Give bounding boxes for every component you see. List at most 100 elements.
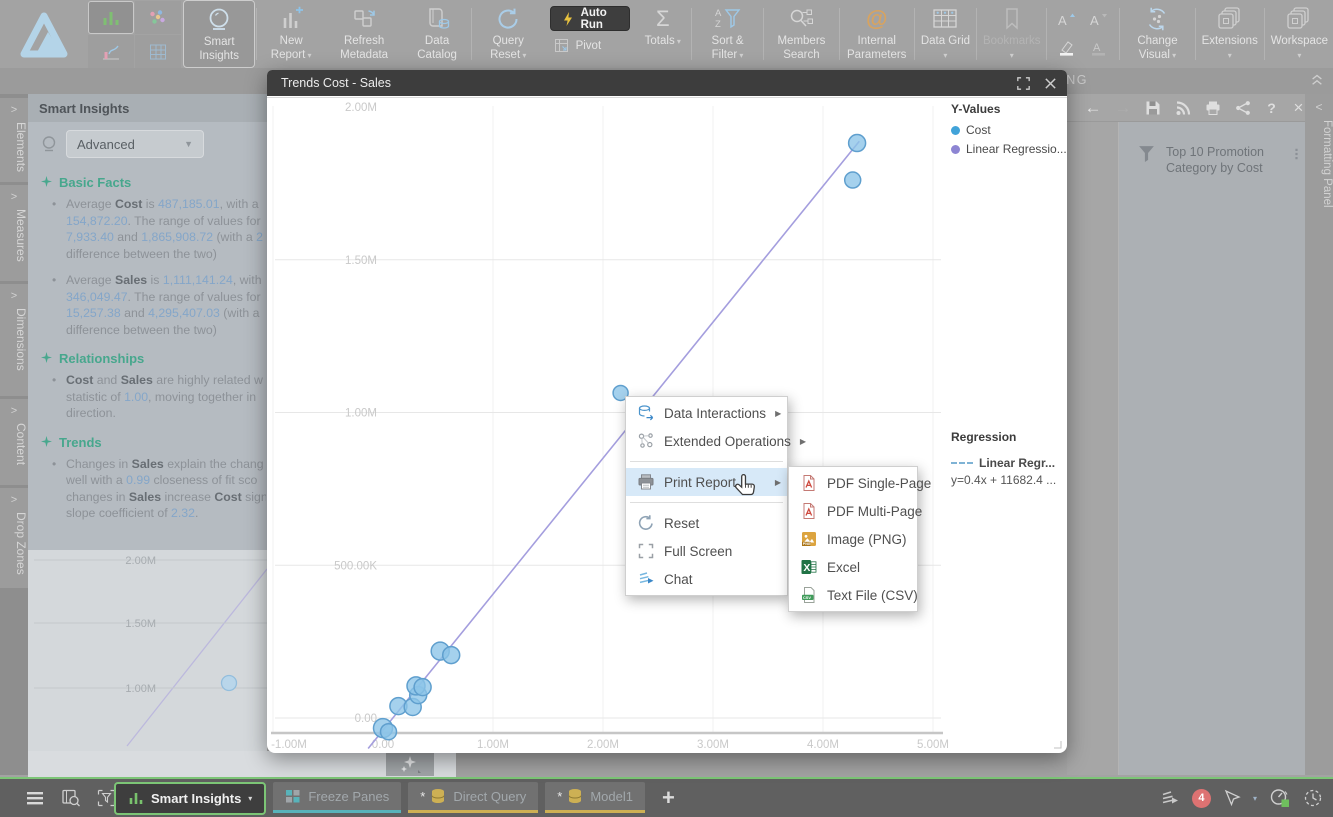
ribbon-button-label: Workspace ▾ bbox=[1271, 35, 1328, 62]
maximize-icon[interactable] bbox=[1017, 77, 1030, 90]
svg-text:2.00M: 2.00M bbox=[587, 739, 619, 751]
chevron-right-icon: > bbox=[0, 494, 28, 506]
chart-combo-tile[interactable] bbox=[88, 35, 134, 68]
insight-text-line: well with a 0.99 closeness of fit sco bbox=[66, 472, 266, 489]
ribbon-button-data-grid[interactable]: Data Grid ▾ bbox=[916, 0, 975, 68]
add-sheet-button[interactable]: + bbox=[662, 782, 675, 813]
sidebar-tab-measures[interactable]: >Measures bbox=[0, 185, 28, 281]
ribbon-button-smart-insights[interactable]: Smart Insights bbox=[183, 0, 255, 68]
expand-panel-icon[interactable]: < bbox=[1305, 100, 1333, 114]
menu-item-chat[interactable]: Chat bbox=[626, 565, 787, 593]
sparkle-icon bbox=[398, 754, 422, 774]
ribbon-button-query-reset[interactable]: Query Reset ▾ bbox=[473, 0, 544, 68]
insights-mode-row: Advanced ▼ bbox=[28, 122, 267, 162]
chart-grid-tile[interactable] bbox=[135, 35, 181, 68]
help-icon[interactable]: ? bbox=[1265, 101, 1278, 115]
timer-icon[interactable] bbox=[1303, 788, 1323, 808]
menu-item-data-interactions[interactable]: Data Interactions▶ bbox=[626, 399, 787, 427]
chevron-down-icon: ▼ bbox=[184, 139, 193, 149]
close-icon[interactable]: × bbox=[1292, 99, 1305, 116]
svg-text:3.00M: 3.00M bbox=[697, 739, 729, 751]
dialog-title-bar[interactable]: Trends Cost - Sales bbox=[267, 70, 1067, 96]
ribbon-button-label: Members Search bbox=[770, 35, 832, 62]
more-options-icon[interactable] bbox=[1294, 144, 1299, 160]
print-icon[interactable] bbox=[1205, 100, 1221, 116]
sheet-tab-freeze-panes[interactable]: Freeze Panes bbox=[273, 782, 401, 813]
chat-gray-icon[interactable] bbox=[1160, 789, 1180, 807]
submenu-item-image-png-[interactable]: PNGImage (PNG) bbox=[789, 525, 917, 553]
content-search-icon[interactable] bbox=[62, 789, 81, 807]
insights-mode-dropdown[interactable]: Advanced ▼ bbox=[66, 130, 204, 158]
pivot-label: Pivot bbox=[576, 40, 602, 52]
submenu-item-pdf-multi-page[interactable]: PDF Multi-Page bbox=[789, 497, 917, 525]
auto-run-toggle[interactable]: Auto Run bbox=[550, 6, 630, 31]
ribbon-button-members-search[interactable]: Members Search bbox=[765, 0, 837, 68]
sheet-tab-label: Smart Insights bbox=[151, 791, 241, 806]
svg-text:5.00M: 5.00M bbox=[917, 739, 949, 751]
sheet-tab-smart-insights[interactable]: Smart Insights▾ bbox=[114, 782, 266, 815]
svg-text:2.00M: 2.00M bbox=[125, 555, 156, 567]
submenu-item-pdf-single-page[interactable]: PDF Single-Page bbox=[789, 469, 917, 497]
ribbon-toolbar: Smart InsightsNew Report ▾Refresh Metada… bbox=[0, 0, 1333, 68]
ribbon-button-change-visual[interactable]: Change Visual ▾ bbox=[1121, 0, 1193, 68]
ribbon-button-refresh-metadata[interactable]: Refresh Metadata bbox=[324, 0, 404, 68]
submenu-item-text-file-csv-[interactable]: CSVText File (CSV) bbox=[789, 581, 917, 609]
menu-item-label: Print Report bbox=[664, 475, 736, 490]
pointer-tag-icon[interactable] bbox=[1223, 789, 1241, 807]
ribbon-button-internal-parameters[interactable]: @Internal Parameters bbox=[841, 0, 913, 68]
save-icon[interactable] bbox=[1145, 100, 1161, 116]
font-size-decrease-button[interactable]: A bbox=[1084, 7, 1114, 33]
notification-badge[interactable]: 4 bbox=[1192, 789, 1211, 808]
ribbon-button-bookmarks[interactable]: Bookmarks ▾ bbox=[978, 0, 1046, 68]
smart-actions-button[interactable] bbox=[386, 752, 434, 776]
sidebar-tab-drop-zones[interactable]: >Drop Zones bbox=[0, 488, 28, 588]
sheet-tab-label: Freeze Panes bbox=[308, 789, 389, 804]
pivot-button[interactable]: Pivot bbox=[550, 38, 630, 54]
highlight-color-button[interactable] bbox=[1052, 35, 1082, 61]
sheet-tab-direct-query[interactable]: *Direct Query bbox=[408, 782, 538, 813]
change-visual-icon bbox=[1143, 6, 1171, 32]
gauge-icon[interactable] bbox=[1269, 788, 1291, 808]
collapse-ribbon-icon[interactable] bbox=[1309, 72, 1325, 91]
formatting-panel-rail[interactable]: < Formatting Panel bbox=[1305, 94, 1333, 775]
resize-handle-icon[interactable] bbox=[1051, 738, 1062, 749]
sparkle-star-icon bbox=[41, 175, 52, 190]
sheet-tab-model1[interactable]: *Model1 bbox=[545, 782, 645, 813]
forward-icon[interactable]: → bbox=[1115, 99, 1131, 116]
menu-item-reset[interactable]: Reset bbox=[626, 509, 787, 537]
ribbon-button-new-report[interactable]: New Report ▾ bbox=[258, 0, 324, 68]
ribbon-button-sort-filter[interactable]: AZSort & Filter ▾ bbox=[693, 0, 763, 68]
sidebar-tab-content[interactable]: >Content bbox=[0, 399, 28, 485]
ribbon-button-extensions[interactable]: Extensions ▾ bbox=[1197, 0, 1263, 68]
ribbon-button-data-catalog[interactable]: Data Catalog bbox=[404, 0, 470, 68]
pointer-menu-caret-icon[interactable]: ▾ bbox=[1253, 794, 1257, 803]
sidebar-tab-elements[interactable]: >Elements bbox=[0, 98, 28, 182]
ribbon-button-workspace[interactable]: Workspace ▾ bbox=[1266, 0, 1333, 68]
menu-item-full-screen[interactable]: Full Screen bbox=[626, 537, 787, 565]
menu-item-extended-operations[interactable]: Extended Operations▶ bbox=[626, 427, 787, 455]
menu-item-label: Reset bbox=[664, 516, 699, 531]
legend-item[interactable]: Cost bbox=[951, 123, 1067, 137]
sidebar-tab-label: Measures bbox=[0, 209, 28, 262]
menu-item-print-report[interactable]: Print Report▶ bbox=[626, 468, 787, 496]
close-icon[interactable] bbox=[1044, 77, 1057, 90]
submenu-item-excel[interactable]: XExcel bbox=[789, 553, 917, 581]
ribbon-button-label: Data Catalog bbox=[409, 35, 465, 62]
share-icon[interactable] bbox=[1235, 100, 1251, 116]
sigma-icon: Σ bbox=[656, 6, 670, 32]
ribbon-button-totals[interactable]: ΣTotals ▾ bbox=[636, 0, 690, 68]
sidebar-tab-dimensions[interactable]: >Dimensions bbox=[0, 284, 28, 396]
font-tools-group: AAA bbox=[1048, 0, 1118, 68]
chart-bars-tile[interactable] bbox=[88, 1, 134, 34]
legend-item[interactable]: Linear Regressio... bbox=[951, 142, 1067, 156]
back-icon[interactable]: ← bbox=[1085, 99, 1101, 116]
feed-icon[interactable] bbox=[1175, 100, 1191, 116]
hamburger-icon[interactable] bbox=[26, 790, 46, 806]
insight-text-line: 7,933.40 and 1,865,908.72 (with a 2 bbox=[66, 229, 266, 246]
sheet-tabs: Smart Insights▾ Freeze Panes *Direct Query… bbox=[114, 782, 675, 815]
font-color-button[interactable]: A bbox=[1084, 35, 1114, 61]
chart-scatter-tile[interactable] bbox=[135, 1, 181, 34]
crystal-ball-icon bbox=[40, 135, 58, 153]
font-size-increase-button[interactable]: A bbox=[1052, 7, 1082, 33]
filter-chip[interactable]: Top 10 Promotion Category by Cost bbox=[1119, 122, 1305, 176]
